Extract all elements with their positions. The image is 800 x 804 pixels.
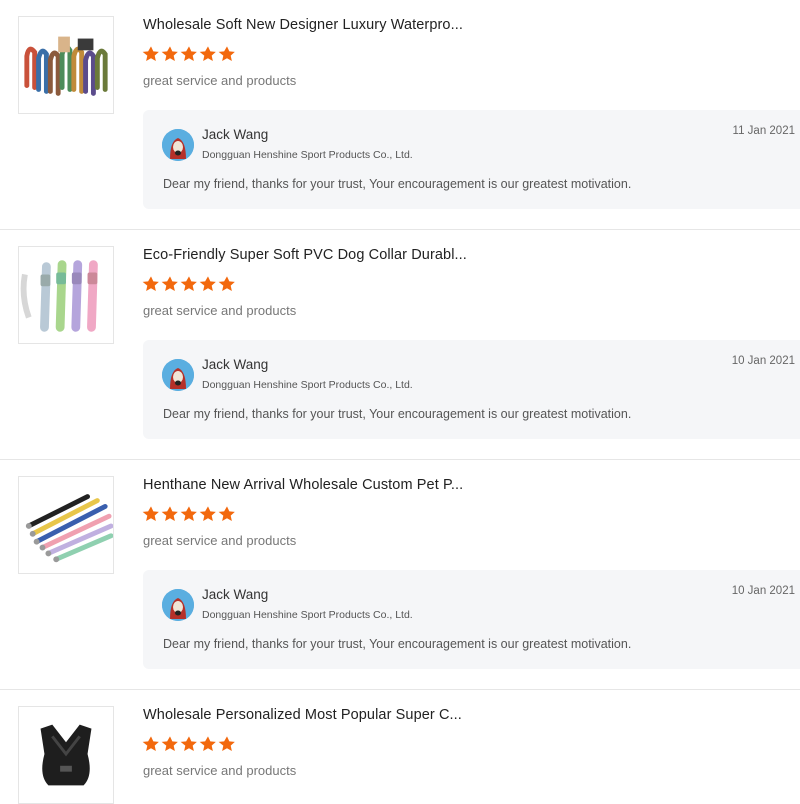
star-rating (142, 45, 236, 63)
avatar-icon (162, 359, 194, 391)
star-icon (142, 46, 159, 62)
reply-author: Jack Wang (202, 127, 269, 142)
avatar-icon (162, 589, 194, 621)
review-comment: great service and products (143, 533, 297, 548)
star-icon (199, 736, 216, 752)
product-title[interactable]: Eco-Friendly Super Soft PVC Dog Collar D… (143, 247, 467, 263)
star-rating (142, 505, 236, 523)
seller-reply: Jack Wang Dongguan Henshine Sport Produc… (143, 570, 800, 669)
reply-message: Dear my friend, thanks for your trust, Y… (163, 177, 632, 191)
review-item: Wholesale Personalized Most Popular Supe… (0, 690, 800, 804)
avatar-icon (162, 129, 194, 161)
star-icon (161, 46, 178, 62)
seller-reply: Jack Wang Dongguan Henshine Sport Produc… (143, 340, 800, 439)
star-icon (218, 736, 235, 752)
product-title[interactable]: Henthane New Arrival Wholesale Custom Pe… (143, 477, 463, 493)
star-icon (161, 506, 178, 522)
star-icon (180, 276, 197, 292)
star-icon (199, 276, 216, 292)
star-icon (218, 46, 235, 62)
star-icon (142, 736, 159, 752)
product-thumbnail[interactable] (18, 706, 114, 804)
star-icon (161, 736, 178, 752)
star-icon (199, 46, 216, 62)
reply-company: Dongguan Henshine Sport Products Co., Lt… (202, 379, 413, 391)
reply-company: Dongguan Henshine Sport Products Co., Lt… (202, 149, 413, 161)
reply-message: Dear my friend, thanks for your trust, Y… (163, 407, 632, 421)
review-item: Eco-Friendly Super Soft PVC Dog Collar D… (0, 230, 800, 460)
star-icon (218, 276, 235, 292)
reply-author: Jack Wang (202, 587, 269, 602)
star-icon (218, 506, 235, 522)
star-icon (180, 506, 197, 522)
star-icon (180, 46, 197, 62)
product-thumbnail[interactable] (18, 476, 114, 574)
reply-company: Dongguan Henshine Sport Products Co., Lt… (202, 609, 413, 621)
star-icon (142, 506, 159, 522)
reply-message: Dear my friend, thanks for your trust, Y… (163, 637, 632, 651)
reply-date: 10 Jan 2021 (731, 355, 795, 367)
star-icon (180, 736, 197, 752)
reply-date: 10 Jan 2021 (731, 585, 795, 597)
product-title[interactable]: Wholesale Personalized Most Popular Supe… (143, 707, 462, 723)
review-item: Henthane New Arrival Wholesale Custom Pe… (0, 460, 800, 690)
seller-reply: Jack Wang Dongguan Henshine Sport Produc… (143, 110, 800, 209)
review-comment: great service and products (143, 303, 297, 318)
star-rating (142, 275, 236, 293)
reply-date: 11 Jan 2021 (732, 125, 795, 137)
product-thumbnail[interactable] (18, 16, 114, 114)
star-icon (199, 506, 216, 522)
star-rating (142, 735, 236, 753)
review-comment: great service and products (143, 763, 297, 778)
reply-author: Jack Wang (202, 357, 269, 372)
review-comment: great service and products (143, 73, 297, 88)
review-item: Wholesale Soft New Designer Luxury Water… (0, 0, 800, 230)
star-icon (142, 276, 159, 292)
star-icon (161, 276, 178, 292)
product-title[interactable]: Wholesale Soft New Designer Luxury Water… (143, 17, 463, 33)
product-thumbnail[interactable] (18, 246, 114, 344)
